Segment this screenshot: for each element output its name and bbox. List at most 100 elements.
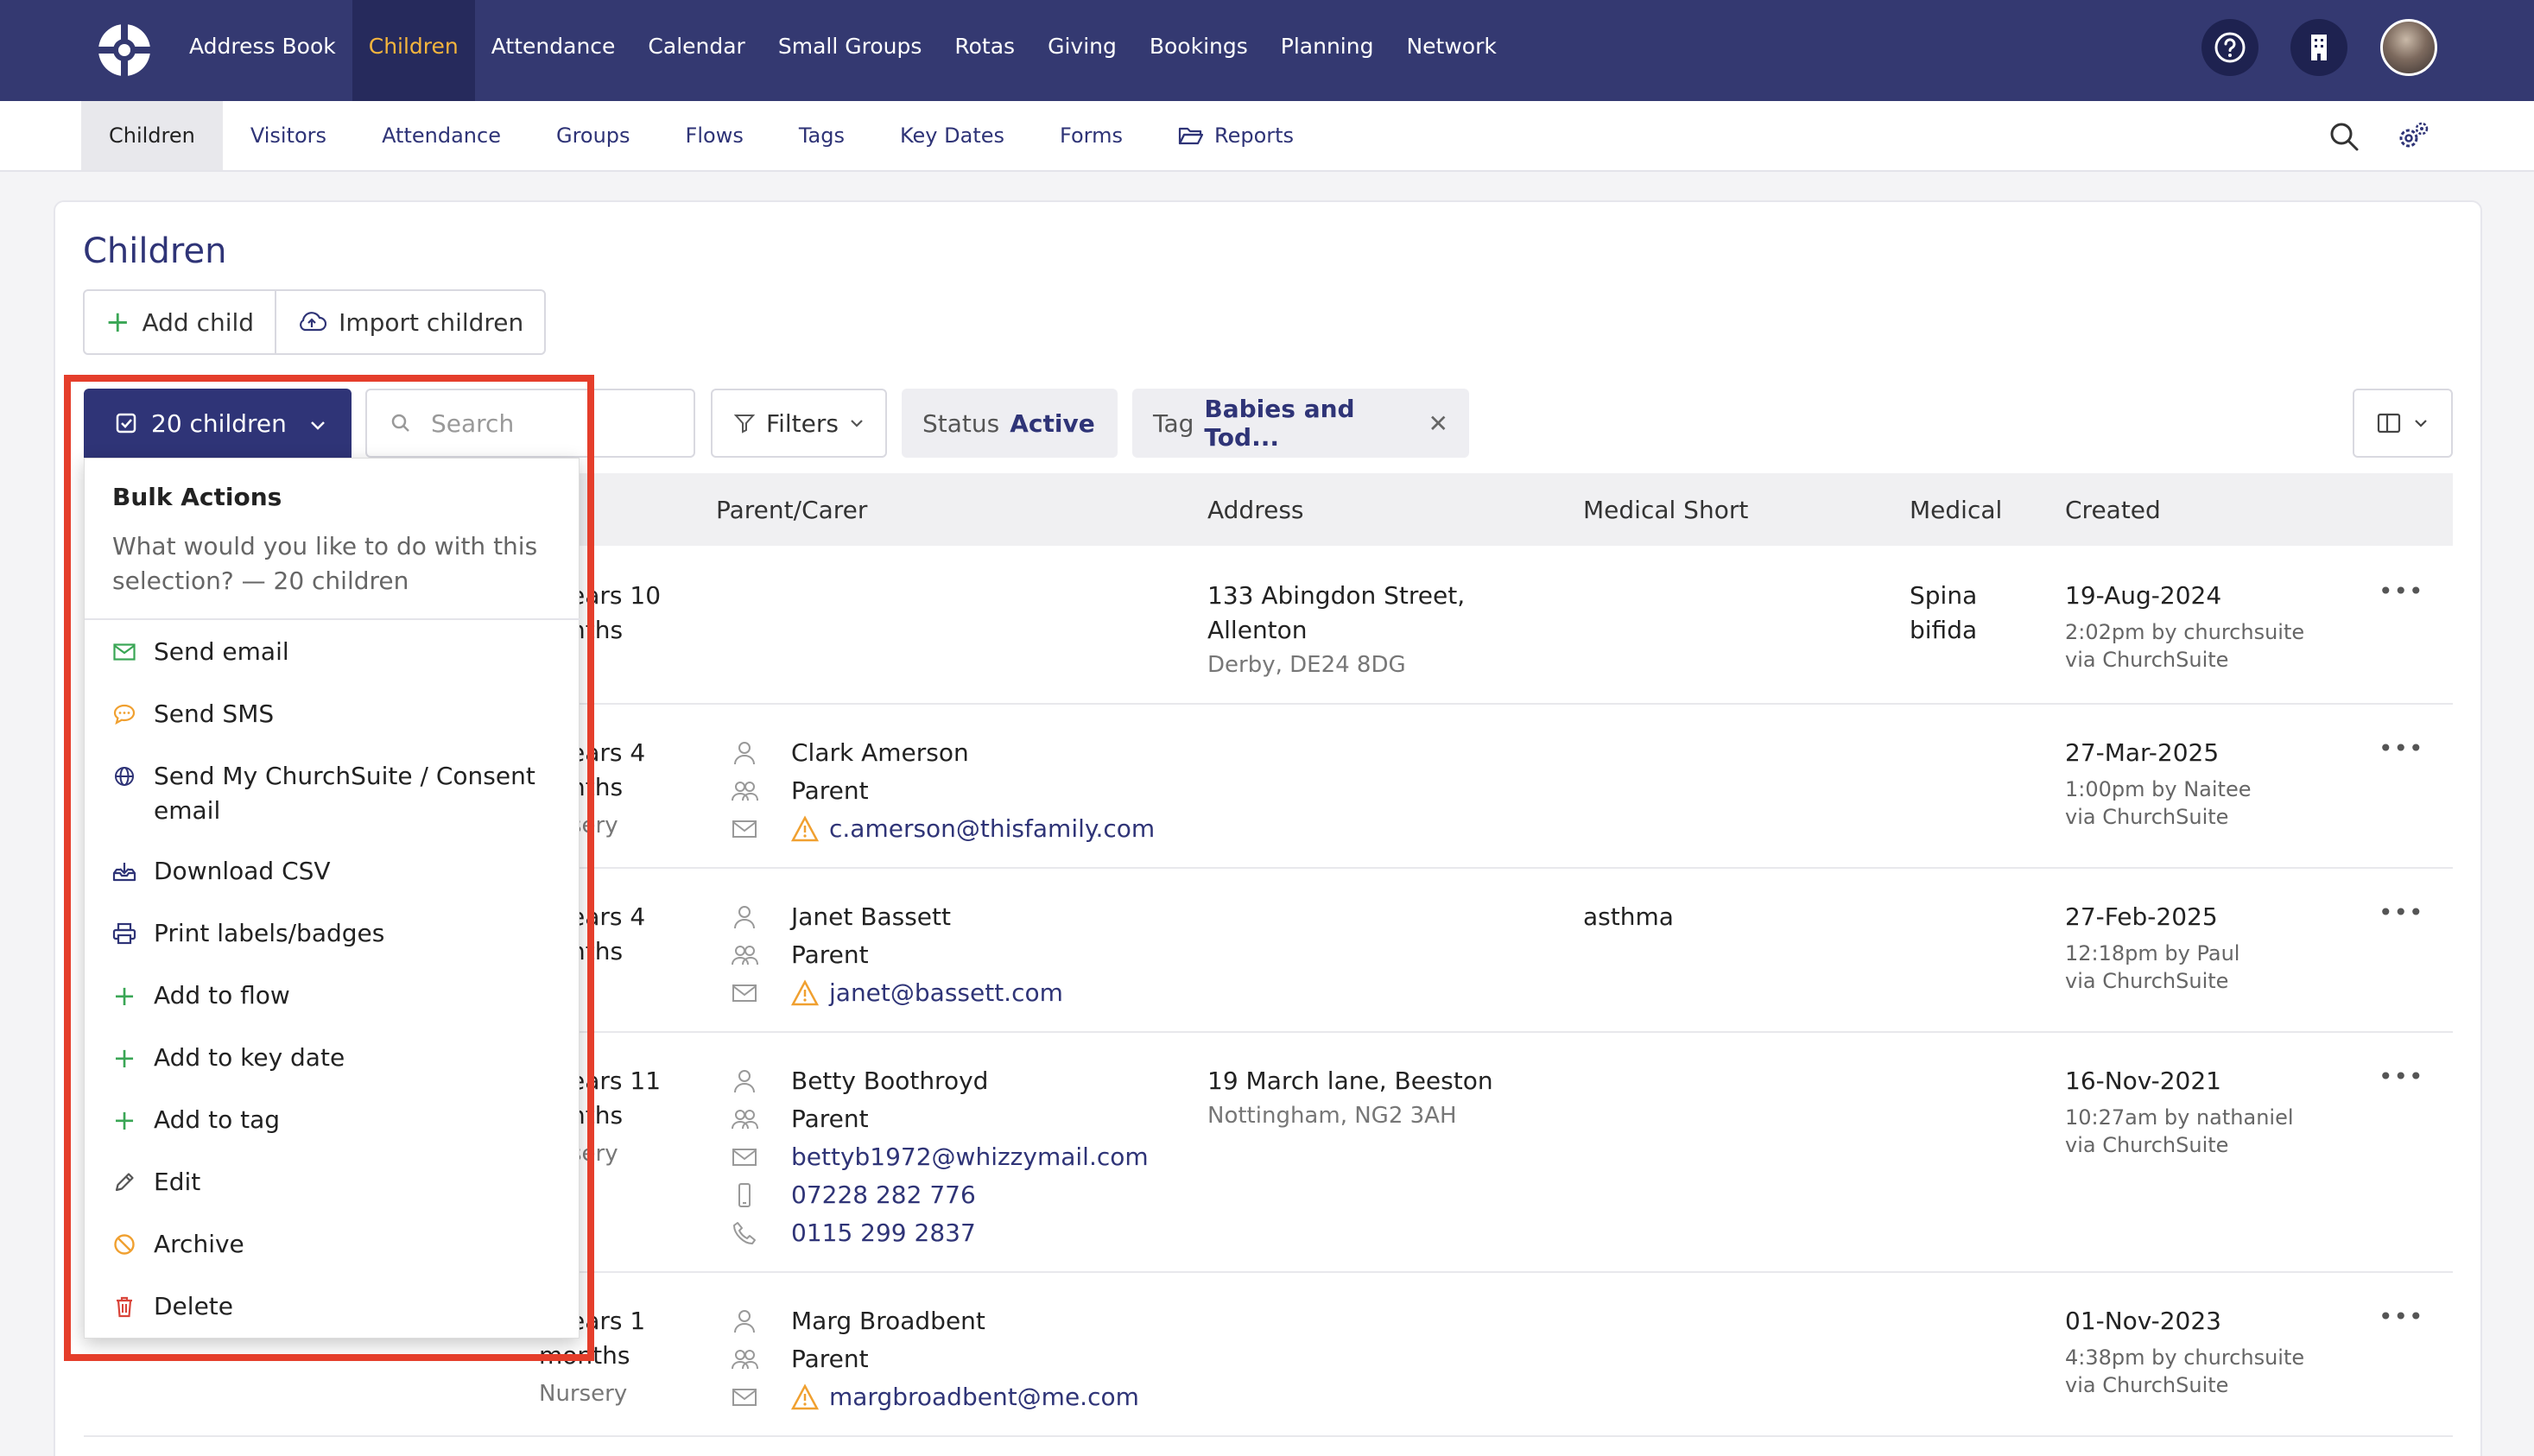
parent-email-link[interactable]: margbroadbent@me.com	[829, 1380, 1139, 1415]
age-group: Nursery	[539, 1381, 628, 1407]
nav-planning[interactable]: Planning	[1264, 0, 1391, 101]
bulk-actions-description: What would you like to do with this sele…	[112, 532, 538, 595]
row-more-options-icon[interactable]: •••	[2379, 1302, 2424, 1331]
tag-label: Tag	[1153, 408, 1194, 438]
parent-name[interactable]: Janet Bassett	[791, 900, 951, 934]
columns-icon	[2377, 413, 2401, 434]
tag-filter-chip[interactable]: Tag Babies and Tod... ✕	[1132, 389, 1469, 458]
created-by: 4:38pm by churchsuite	[2065, 1345, 2305, 1370]
subnav-label: Forms	[1060, 123, 1123, 148]
nav-giving[interactable]: Giving	[1031, 0, 1133, 101]
nav-children[interactable]: Children	[352, 0, 475, 101]
menu-item-send-sms[interactable]: Send SMS	[112, 697, 561, 731]
import-children-button[interactable]: Import children	[275, 291, 544, 353]
parent-name[interactable]: Marg Broadbent	[791, 1304, 985, 1339]
churchsuite-logo-icon[interactable]	[95, 21, 154, 79]
selection-dropdown-button[interactable]: 20 children	[84, 389, 352, 458]
row-more-options-icon[interactable]: •••	[2379, 1062, 2424, 1091]
subnav-flows[interactable]: Flows	[658, 101, 771, 170]
parent-name[interactable]: Clark Amerson	[791, 736, 969, 770]
menu-item-add-to-flow[interactable]: + Add to flow	[112, 978, 561, 1013]
nav-small-groups[interactable]: Small Groups	[762, 0, 939, 101]
nav-attendance[interactable]: Attendance	[475, 0, 632, 101]
menu-item-delete[interactable]: Delete	[112, 1289, 561, 1324]
settings-gears-icon[interactable]	[2394, 117, 2432, 155]
envelope-icon	[732, 984, 757, 1002]
menu-item-add-to-tag[interactable]: + Add to tag	[112, 1103, 561, 1137]
search-icon[interactable]	[2325, 117, 2363, 155]
parent-role: Parent	[791, 1105, 869, 1133]
menu-item-label: Send SMS	[154, 700, 275, 728]
menu-item-edit[interactable]: Edit	[112, 1165, 561, 1200]
column-header-medical-short[interactable]: Medical Short	[1583, 496, 1748, 524]
menu-item-label: Add to key date	[154, 1043, 345, 1072]
menu-item-label: Delete	[154, 1292, 233, 1320]
subnav-forms[interactable]: Forms	[1032, 101, 1150, 170]
warning-icon	[791, 979, 819, 1006]
help-icon[interactable]	[2201, 19, 2258, 76]
nav-network[interactable]: Network	[1390, 0, 1512, 101]
action-button-group: + Add child Import children	[83, 289, 547, 355]
mobile-phone-link[interactable]: 07228 282 776	[791, 1178, 976, 1212]
created-via: via ChurchSuite	[2065, 805, 2229, 829]
filters-button[interactable]: Filters	[711, 389, 887, 458]
column-header-parent[interactable]: Parent/Carer	[716, 496, 867, 524]
subnav-key-dates[interactable]: Key Dates	[872, 101, 1032, 170]
row-more-options-icon[interactable]: •••	[2379, 898, 2424, 927]
menu-item-label: Send My ChurchSuite / Consent email	[154, 762, 535, 825]
subnav-reports[interactable]: Reports	[1150, 101, 1321, 170]
row-divider	[84, 1435, 2453, 1437]
checkbox-checked-icon	[116, 413, 136, 434]
created-by: 12:18pm by Paul	[2065, 941, 2240, 965]
subnav-groups[interactable]: Groups	[529, 101, 658, 170]
building-icon[interactable]	[2290, 19, 2347, 76]
subnav-visitors[interactable]: Visitors	[223, 101, 354, 170]
plus-icon: +	[112, 979, 136, 1012]
parent-email-link[interactable]: janet@bassett.com	[829, 976, 1063, 1010]
plus-icon: +	[112, 1041, 136, 1074]
address-line: Allenton	[1207, 616, 1308, 644]
menu-item-download-csv[interactable]: Download CSV	[112, 854, 561, 889]
parent-name[interactable]: Betty Boothroyd	[791, 1064, 988, 1098]
parent-email-link[interactable]: c.amerson@thisfamily.com	[829, 812, 1155, 846]
nav-bookings[interactable]: Bookings	[1133, 0, 1264, 101]
subnav-label: Children	[109, 123, 195, 148]
subnav-label: Visitors	[250, 123, 327, 148]
subnav-label: Attendance	[382, 123, 501, 148]
home-phone-link[interactable]: 0115 299 2837	[791, 1216, 976, 1250]
column-header-medical[interactable]: Medical	[1910, 496, 2002, 524]
subnav-attendance[interactable]: Attendance	[354, 101, 529, 170]
status-filter-chip[interactable]: Status Active	[902, 389, 1118, 458]
created-by: 2:02pm by churchsuite	[2065, 620, 2305, 644]
search-input[interactable]: Search	[365, 389, 695, 458]
menu-item-send-consent-email[interactable]: Send My ChurchSuite / Consent email	[112, 759, 561, 828]
close-icon[interactable]: ✕	[1429, 409, 1448, 438]
columns-toggle-button[interactable]	[2353, 389, 2453, 458]
subnav-label: Groups	[555, 123, 630, 148]
phone-icon	[733, 1222, 756, 1244]
menu-item-send-email[interactable]: Send email	[112, 635, 561, 669]
subnav-tags[interactable]: Tags	[771, 101, 872, 170]
address-line: 19 March lane, Beeston	[1207, 1067, 1493, 1095]
column-header-address[interactable]: Address	[1207, 496, 1304, 524]
menu-item-print-labels[interactable]: Print labels/badges	[112, 916, 561, 951]
row-more-options-icon[interactable]: •••	[2379, 577, 2424, 605]
nav-rotas[interactable]: Rotas	[938, 0, 1031, 101]
menu-item-archive[interactable]: Archive	[112, 1227, 561, 1262]
parent-email-link[interactable]: bettyb1972@whizzymail.com	[791, 1140, 1149, 1174]
plus-icon: +	[105, 305, 130, 339]
printer-icon	[112, 916, 136, 951]
subnav-children[interactable]: Children	[81, 101, 223, 170]
filters-label: Filters	[766, 408, 839, 438]
nav-address-book[interactable]: Address Book	[173, 0, 352, 101]
menu-item-add-to-key-date[interactable]: + Add to key date	[112, 1041, 561, 1075]
user-avatar[interactable]	[2380, 19, 2437, 76]
add-child-button[interactable]: + Add child	[85, 291, 275, 353]
envelope-icon	[732, 1149, 757, 1166]
add-child-label: Add child	[142, 307, 255, 337]
column-header-created[interactable]: Created	[2065, 496, 2161, 524]
created-date: 27-Feb-2025	[2065, 902, 2218, 931]
subnav-label: Key Dates	[899, 123, 1004, 148]
row-more-options-icon[interactable]: •••	[2379, 734, 2424, 763]
nav-calendar[interactable]: Calendar	[631, 0, 761, 101]
